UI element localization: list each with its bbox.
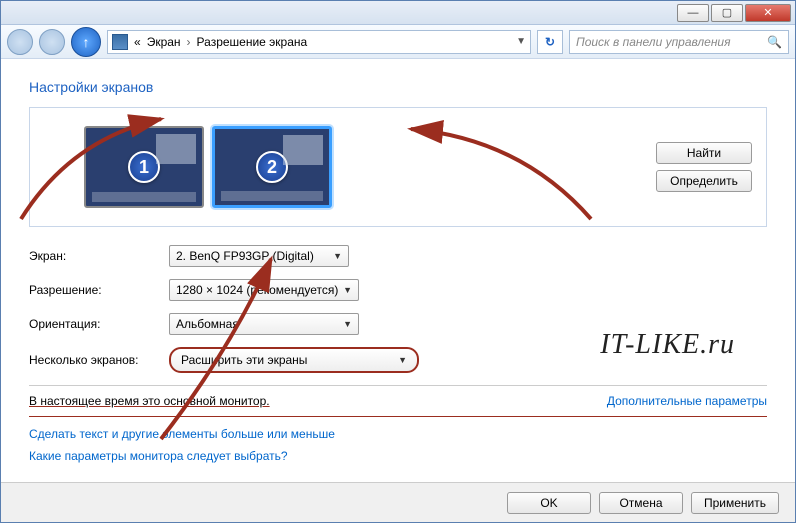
ok-button[interactable]: OK xyxy=(507,492,591,514)
breadcrumb-separator: › xyxy=(187,35,191,49)
settings-form: Экран: 2. BenQ FP93GP (Digital) ▼ Разреш… xyxy=(29,245,767,373)
advanced-settings-link[interactable]: Дополнительные параметры xyxy=(607,394,767,408)
multi-screen-label: Несколько экранов: xyxy=(29,353,157,367)
monitor-arrangement[interactable]: 1 2 xyxy=(84,126,332,208)
cancel-button[interactable]: Отмена xyxy=(599,492,683,514)
content-area: Настройки экранов 1 2 Найти Определить xyxy=(1,59,795,482)
chevron-down-icon: ▼ xyxy=(343,319,352,329)
multi-screen-dropdown[interactable]: Расширить эти экраны ▼ xyxy=(169,347,419,373)
monitor-wallpaper-icon xyxy=(283,135,323,165)
screen-value: 2. BenQ FP93GP (Digital) xyxy=(176,249,314,263)
address-bar[interactable]: « Экран › Разрешение экрана ▼ xyxy=(107,30,531,54)
orientation-dropdown[interactable]: Альбомная ▼ xyxy=(169,313,359,335)
chevron-down-icon: ▼ xyxy=(333,251,342,261)
maximize-button[interactable]: ▢ xyxy=(711,4,743,22)
breadcrumb-item-screen[interactable]: Экран xyxy=(147,35,181,49)
back-button[interactable] xyxy=(7,29,33,55)
monitor-taskbar-icon xyxy=(221,191,323,201)
refresh-button[interactable]: ↻ xyxy=(537,30,563,54)
orientation-value: Альбомная xyxy=(176,317,239,331)
address-dropdown-icon[interactable]: ▼ xyxy=(516,36,526,47)
monitor-wallpaper-icon xyxy=(156,134,196,164)
detect-button[interactable]: Определить xyxy=(656,170,752,192)
search-icon: 🔍 xyxy=(767,35,782,49)
forward-button[interactable] xyxy=(39,29,65,55)
find-button[interactable]: Найти xyxy=(656,142,752,164)
monitor-help-link[interactable]: Какие параметры монитора следует выбрать… xyxy=(29,449,767,463)
search-placeholder: Поиск в панели управления xyxy=(576,35,731,49)
control-panel-icon xyxy=(112,34,128,50)
primary-monitor-status: В настоящее время это основной монитор. xyxy=(29,394,270,408)
minimize-button[interactable]: — xyxy=(677,4,709,22)
apply-button[interactable]: Применить xyxy=(691,492,779,514)
resolution-dropdown[interactable]: 1280 × 1024 (рекомендуется) ▼ xyxy=(169,279,359,301)
status-line: В настоящее время это основной монитор. … xyxy=(29,385,767,417)
breadcrumb-prefix: « xyxy=(134,35,141,49)
screen-dropdown[interactable]: 2. BenQ FP93GP (Digital) ▼ xyxy=(169,245,349,267)
navbar: ↑ « Экран › Разрешение экрана ▼ ↻ Поиск … xyxy=(1,25,795,59)
help-links: Сделать текст и другие элементы больше и… xyxy=(29,427,767,463)
resolution-value: 1280 × 1024 (рекомендуется) xyxy=(176,283,338,297)
page-title: Настройки экранов xyxy=(29,79,767,95)
monitor-1[interactable]: 1 xyxy=(84,126,204,208)
breadcrumb-item-resolution[interactable]: Разрешение экрана xyxy=(197,35,308,49)
multi-screen-value: Расширить эти экраны xyxy=(181,353,307,367)
text-size-link[interactable]: Сделать текст и другие элементы больше и… xyxy=(29,427,767,441)
dialog-footer: OK Отмена Применить xyxy=(1,482,795,522)
monitor-taskbar-icon xyxy=(92,192,196,202)
up-button[interactable]: ↑ xyxy=(71,27,101,57)
search-input[interactable]: Поиск в панели управления 🔍 xyxy=(569,30,789,54)
titlebar: — ▢ ✕ xyxy=(1,1,795,25)
close-button[interactable]: ✕ xyxy=(745,4,791,22)
chevron-down-icon: ▼ xyxy=(398,355,407,365)
screen-label: Экран: xyxy=(29,249,157,263)
monitor-2[interactable]: 2 xyxy=(212,126,332,208)
window-frame: — ▢ ✕ ↑ « Экран › Разрешение экрана ▼ ↻ … xyxy=(0,0,796,523)
chevron-down-icon: ▼ xyxy=(343,285,352,295)
resolution-label: Разрешение: xyxy=(29,283,157,297)
monitor-preview: 1 2 Найти Определить xyxy=(29,107,767,227)
orientation-label: Ориентация: xyxy=(29,317,157,331)
